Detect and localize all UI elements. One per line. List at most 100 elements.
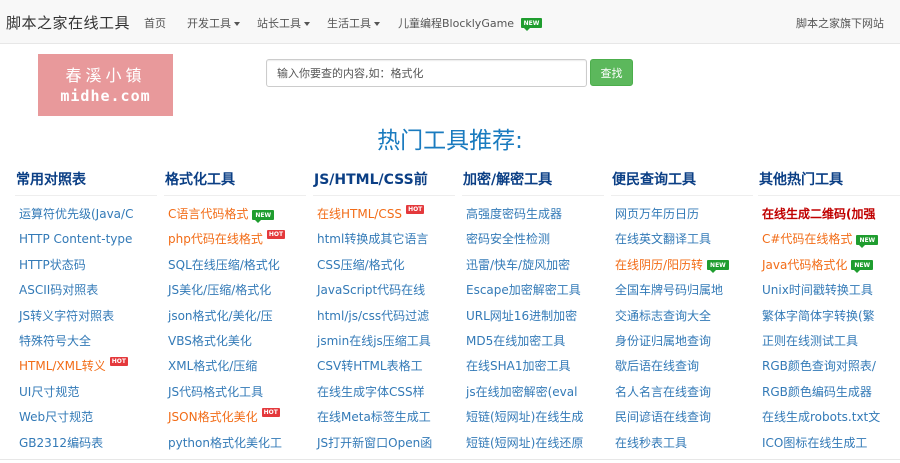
tool-link-label: JavaScript代码在线: [317, 283, 426, 298]
tool-link[interactable]: 在线生成字体CSS样: [313, 380, 455, 405]
nav-dev-tools[interactable]: 开发工具: [187, 15, 240, 31]
tool-link[interactable]: html/js/css代码过滤: [313, 304, 455, 329]
column-title: 便民查询工具: [611, 171, 753, 196]
chevron-down-icon: [304, 22, 310, 26]
tool-column: 格式化工具 C语言代码格式 NEW php代码在线格式 HOT SQL在线压缩/格式化 JS…: [164, 171, 306, 456]
tool-link[interactable]: 名人名言在线查询: [611, 380, 753, 405]
column-title: JS/HTML/CSS前: [313, 171, 455, 196]
tool-link[interactable]: html转换成其它语言: [313, 227, 455, 252]
tool-link[interactable]: 短链(短网址)在线生成: [462, 405, 604, 430]
tool-link-label: JS代码格式化工具: [168, 384, 264, 399]
tool-link[interactable]: VBS格式化美化: [164, 329, 306, 354]
tool-link[interactable]: js在线加密解密(eval: [462, 380, 604, 405]
tool-link[interactable]: 迅雷/快车/旋风加密: [462, 253, 604, 278]
tool-column: 常用对照表运算符优先级(Java/C HTTP Content-type HTTP状…: [15, 171, 157, 456]
tool-link[interactable]: 密码安全性检测: [462, 227, 604, 252]
tool-link[interactable]: HTML/XML转义 HOT: [15, 354, 157, 379]
tool-link[interactable]: GB2312编码表: [15, 431, 157, 456]
tool-link[interactable]: CSS压缩/格式化: [313, 253, 455, 278]
tool-link[interactable]: python格式化美化工: [164, 431, 306, 456]
tool-link[interactable]: 在线Meta标签生成工: [313, 405, 455, 430]
tool-link-label: 高强度密码生成器: [466, 207, 563, 221]
search-input[interactable]: [266, 59, 587, 87]
tool-link[interactable]: 在线生成二维码(加强: [758, 202, 900, 227]
tool-link[interactable]: 交通标志查询大全: [611, 304, 753, 329]
hot-badge: HOT: [266, 230, 286, 240]
tool-link[interactable]: 全国车牌号码归属地: [611, 278, 753, 303]
tool-link-label: Escape加密解密工具: [466, 283, 581, 298]
tool-link[interactable]: CSV转HTML表格工: [313, 354, 455, 379]
tool-link[interactable]: Web尺寸规范: [15, 405, 157, 430]
tool-link[interactable]: HTTP Content-type: [15, 227, 157, 252]
new-badge: NEW: [252, 209, 275, 223]
tool-link[interactable]: 繁体字简体字转换(繁: [758, 304, 900, 329]
new-badge: NEW: [856, 234, 879, 248]
tool-link[interactable]: Escape加密解密工具: [462, 278, 604, 303]
column-title: 其他热门工具: [758, 171, 900, 196]
nav-blockly-game[interactable]: 儿童编程BlocklyGame NEW: [398, 15, 543, 31]
tool-link[interactable]: JS转义字符对照表: [15, 304, 157, 329]
tool-link-label: Web尺寸规范: [19, 410, 94, 425]
tool-link[interactable]: 在线HTML/CSS HOT: [313, 202, 455, 227]
tool-link[interactable]: ICO图标在线生成工: [758, 431, 900, 456]
tool-link[interactable]: 在线生成robots.txt文: [758, 405, 900, 430]
tool-link[interactable]: 特殊符号大全: [15, 329, 157, 354]
column-title: 常用对照表: [15, 171, 157, 196]
tool-link[interactable]: RGB颜色查询对照表/: [758, 354, 900, 379]
tool-link[interactable]: C#代码在线格式 NEW: [758, 227, 900, 252]
tool-link-label: MD5在线加密工具: [466, 333, 566, 348]
site-brand[interactable]: 脚本之家在线工具: [6, 12, 130, 33]
tool-link-label: 短链(短网址)在线还原: [466, 435, 584, 450]
tool-link[interactable]: RGB颜色编码生成器: [758, 380, 900, 405]
tool-link-label: 在线生成字体CSS样: [317, 384, 425, 399]
tool-link[interactable]: C语言代码格式 NEW: [164, 202, 306, 227]
tool-link-label: HTML/XML转义: [19, 359, 106, 374]
nav-home[interactable]: 首页: [144, 15, 166, 31]
tool-link[interactable]: JSON格式化美化 HOT: [164, 405, 306, 430]
tool-link[interactable]: 短链(短网址)在线还原: [462, 431, 604, 456]
tool-link[interactable]: JS打开新窗口Open函: [313, 431, 455, 456]
search-button[interactable]: 查找: [590, 59, 633, 86]
column-title: 加密/解密工具: [462, 171, 604, 196]
tool-link[interactable]: MD5在线加密工具: [462, 329, 604, 354]
tool-link[interactable]: JS代码格式化工具: [164, 380, 306, 405]
tool-link-label: python格式化美化工: [168, 435, 282, 450]
tool-link-label: 身份证归属地查询: [615, 333, 712, 348]
tool-link[interactable]: json格式化/美化/压: [164, 304, 306, 329]
tool-link[interactable]: 身份证归属地查询: [611, 329, 753, 354]
tool-link[interactable]: XML格式化/压缩: [164, 354, 306, 379]
tool-link[interactable]: jsmin在线js压缩工具: [313, 329, 455, 354]
tool-link[interactable]: Unix时间戳转换工具: [758, 278, 900, 303]
tool-link[interactable]: 歇后语在线查询: [611, 354, 753, 379]
tool-link[interactable]: JavaScript代码在线: [313, 278, 455, 303]
tool-link[interactable]: UI尺寸规范: [15, 380, 157, 405]
nav-webmaster-tools[interactable]: 站长工具: [257, 15, 310, 31]
nav-sister-sites[interactable]: 脚本之家旗下网站: [796, 15, 884, 31]
tool-link[interactable]: 正则在线测试工具: [758, 329, 900, 354]
tool-link[interactable]: php代码在线格式 HOT: [164, 227, 306, 252]
tool-link[interactable]: 在线英文翻译工具: [611, 227, 753, 252]
tool-link-label: HTTP状态码: [19, 257, 86, 272]
tool-link[interactable]: 在线阴历/阳历转 NEW: [611, 253, 753, 278]
tool-link-label: 在线SHA1加密工具: [466, 359, 571, 374]
tool-link[interactable]: 运算符优先级(Java/C: [15, 202, 157, 227]
tool-link[interactable]: Java代码格式化 NEW: [758, 253, 900, 278]
tool-link[interactable]: JS美化/压缩/格式化: [164, 278, 306, 303]
tool-link-label: js在线加密解密(eval: [466, 384, 578, 399]
tool-link[interactable]: 高强度密码生成器: [462, 202, 604, 227]
tool-link[interactable]: SQL在线压缩/格式化: [164, 253, 306, 278]
page-title: 热门工具推荐:: [377, 128, 523, 154]
tool-link[interactable]: 在线秒表工具: [611, 431, 753, 456]
tool-link[interactable]: URL网址16进制加密: [462, 304, 604, 329]
tool-link[interactable]: HTTP状态码: [15, 253, 157, 278]
nav-life-tools[interactable]: 生活工具: [327, 15, 380, 31]
tool-link-label: 特殊符号大全: [19, 333, 92, 348]
site-logo[interactable]: 春溪小镇 midhe.com: [38, 54, 173, 116]
tool-link[interactable]: 在线SHA1加密工具: [462, 354, 604, 379]
tool-link[interactable]: 民间谚语在线查询: [611, 405, 753, 430]
hot-badge: HOT: [406, 205, 425, 214]
tool-link-label: php代码在线格式: [168, 232, 263, 247]
tool-link[interactable]: ASCII码对照表: [15, 278, 157, 303]
tool-link[interactable]: 网页万年历日历: [611, 202, 753, 227]
tool-link-label: 歇后语在线查询: [615, 359, 700, 374]
